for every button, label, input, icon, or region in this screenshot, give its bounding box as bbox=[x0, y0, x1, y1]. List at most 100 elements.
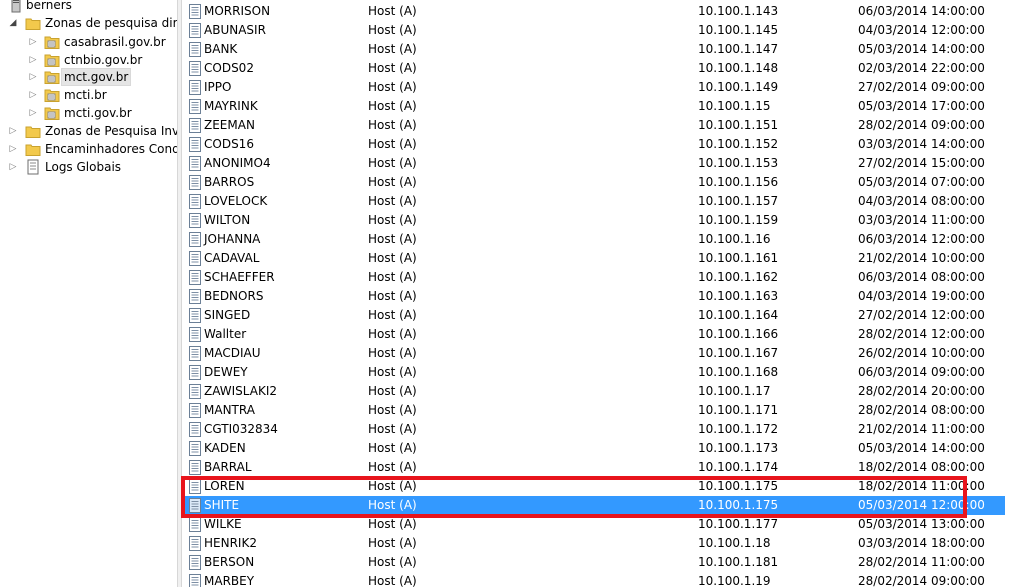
record-name: WILTON bbox=[204, 213, 251, 227]
record-data: 10.100.1.162 bbox=[698, 270, 779, 284]
record-row[interactable]: CODS02 Host (A) 10.100.1.148 02/03/2014 22:… bbox=[185, 59, 1005, 78]
host-record-icon bbox=[189, 23, 201, 38]
host-record-icon bbox=[189, 232, 201, 247]
record-data: 10.100.1.163 bbox=[698, 289, 779, 303]
expand-icon[interactable]: ▷ bbox=[28, 33, 38, 51]
record-row[interactable]: HENRIK2 Host (A) 10.100.1.18 03/03/2014 18:… bbox=[185, 534, 1005, 553]
tree-label-reverse-zones: Zonas de Pesquisa Invers bbox=[45, 124, 177, 138]
record-data: 10.100.1.143 bbox=[698, 4, 779, 18]
host-record-icon bbox=[189, 384, 201, 399]
record-name: DEWEY bbox=[204, 365, 248, 379]
record-row[interactable]: MAYRINK Host (A) 10.100.1.15 05/03/2014 17:… bbox=[185, 97, 1005, 116]
record-row[interactable]: MANTRA Host (A) 10.100.1.171 28/02/2014 08:… bbox=[185, 401, 1005, 420]
expand-icon[interactable]: ▷ bbox=[28, 86, 38, 104]
record-row[interactable]: Wallter Host (A) 10.100.1.166 28/02/2014 12… bbox=[185, 325, 1005, 344]
record-row[interactable]: CGTI032834 Host (A) 10.100.1.172 21/02/2014… bbox=[185, 420, 1005, 439]
record-row[interactable]: LOVELOCK Host (A) 10.100.1.157 04/03/2014 0… bbox=[185, 192, 1005, 211]
host-record-icon bbox=[189, 403, 201, 418]
record-row[interactable]: IPPO Host (A) 10.100.1.149 27/02/2014 09:00… bbox=[185, 78, 1005, 97]
record-timestamp: 04/03/2014 12:00:00 bbox=[858, 23, 985, 37]
record-row[interactable]: MARBEY Host (A) 10.100.1.19 28/02/2014 09:0… bbox=[185, 572, 1005, 587]
record-row[interactable]: BEDNORS Host (A) 10.100.1.163 04/03/2014 19… bbox=[185, 287, 1005, 306]
record-row[interactable]: JOHANNA Host (A) 10.100.1.16 06/03/2014 12:… bbox=[185, 230, 1005, 249]
record-row[interactable]: ABUNASIR Host (A) 10.100.1.145 04/03/2014 1… bbox=[185, 21, 1005, 40]
record-type: Host (A) bbox=[368, 308, 417, 322]
host-record-icon bbox=[189, 175, 201, 190]
record-row[interactable]: MACDIAU Host (A) 10.100.1.167 26/02/2014 10… bbox=[185, 344, 1005, 363]
record-name: SHITE bbox=[204, 498, 240, 512]
record-row[interactable]: BANK Host (A) 10.100.1.147 05/03/2014 14:00… bbox=[185, 40, 1005, 59]
record-type: Host (A) bbox=[368, 194, 417, 208]
host-record-icon bbox=[189, 346, 201, 361]
record-type: Host (A) bbox=[368, 422, 417, 436]
record-row[interactable]: DEWEY Host (A) 10.100.1.168 06/03/2014 09:0… bbox=[185, 363, 1005, 382]
record-row[interactable]: SINGED Host (A) 10.100.1.164 27/02/2014 12:… bbox=[185, 306, 1005, 325]
record-timestamp: 28/02/2014 20:00:00 bbox=[858, 384, 985, 398]
record-row-selected[interactable]: SHITE Host (A) 10.100.1.175 05/03/2014 12:0… bbox=[185, 496, 1005, 515]
expand-icon[interactable]: ▷ bbox=[28, 51, 38, 69]
host-record-icon bbox=[189, 289, 201, 304]
record-row[interactable]: WILTON Host (A) 10.100.1.159 03/03/2014 11:… bbox=[185, 211, 1005, 230]
host-record-icon bbox=[189, 251, 201, 266]
record-row[interactable]: ZAWISLAKI2 Host (A) 10.100.1.17 28/02/2014 … bbox=[185, 382, 1005, 401]
record-row[interactable]: BARROS Host (A) 10.100.1.156 05/03/2014 07:… bbox=[185, 173, 1005, 192]
record-type: Host (A) bbox=[368, 156, 417, 170]
record-type: Host (A) bbox=[368, 460, 417, 474]
record-data: 10.100.1.17 bbox=[698, 384, 771, 398]
expand-icon[interactable]: ▷ bbox=[28, 68, 38, 86]
server-icon bbox=[11, 0, 21, 13]
expand-icon[interactable]: ▷ bbox=[28, 104, 38, 122]
record-row[interactable]: KADEN Host (A) 10.100.1.173 05/03/2014 14:0… bbox=[185, 439, 1005, 458]
record-row[interactable]: ANONIMO4 Host (A) 10.100.1.153 27/02/2014 1… bbox=[185, 154, 1005, 173]
record-name: KADEN bbox=[204, 441, 246, 455]
host-record-icon bbox=[189, 365, 201, 380]
record-type: Host (A) bbox=[368, 574, 417, 587]
record-data: 10.100.1.149 bbox=[698, 80, 779, 94]
record-timestamp: 03/03/2014 18:00:00 bbox=[858, 536, 985, 550]
record-name: ZAWISLAKI2 bbox=[204, 384, 278, 398]
expand-icon[interactable]: ▷ bbox=[8, 158, 18, 176]
record-data: 10.100.1.168 bbox=[698, 365, 779, 379]
record-data: 10.100.1.175 bbox=[698, 498, 779, 512]
record-name: MORRISON bbox=[204, 4, 271, 18]
tree-label-zone: casabrasil.gov.br bbox=[64, 35, 166, 49]
record-row[interactable]: BERSON Host (A) 10.100.1.181 28/02/2014 11:… bbox=[185, 553, 1005, 572]
host-record-icon bbox=[189, 194, 201, 209]
record-type: Host (A) bbox=[368, 137, 417, 151]
expand-icon[interactable]: ▷ bbox=[8, 122, 18, 140]
record-name: MACDIAU bbox=[204, 346, 261, 360]
tree-label-zone-selected: mct.gov.br bbox=[61, 68, 132, 86]
record-row[interactable]: CADAVAL Host (A) 10.100.1.161 21/02/2014 10… bbox=[185, 249, 1005, 268]
record-row[interactable]: MORRISON Host (A) 10.100.1.143 06/03/2014 1… bbox=[185, 2, 1005, 21]
record-timestamp: 05/03/2014 07:00:00 bbox=[858, 175, 985, 189]
record-row[interactable]: WILKE Host (A) 10.100.1.177 05/03/2014 13:0… bbox=[185, 515, 1005, 534]
record-row[interactable]: SCHAEFFER Host (A) 10.100.1.162 06/03/2014 … bbox=[185, 268, 1005, 287]
record-timestamp: 21/02/2014 11:00:00 bbox=[858, 422, 985, 436]
record-row[interactable]: ZEEMAN Host (A) 10.100.1.151 28/02/2014 09:… bbox=[185, 116, 1005, 135]
record-name: BEDNORS bbox=[204, 289, 264, 303]
record-row[interactable]: BARRAL Host (A) 10.100.1.174 18/02/2014 08:… bbox=[185, 458, 1005, 477]
zone-icon bbox=[44, 54, 60, 67]
record-timestamp: 05/03/2014 14:00:00 bbox=[858, 441, 985, 455]
record-name: WILKE bbox=[204, 517, 242, 531]
record-name: JOHANNA bbox=[204, 232, 261, 246]
zone-icon bbox=[44, 71, 60, 84]
record-timestamp: 03/03/2014 14:00:00 bbox=[858, 137, 985, 151]
record-timestamp: 28/02/2014 09:00:00 bbox=[858, 118, 985, 132]
collapse-icon[interactable]: ◢ bbox=[8, 14, 18, 32]
record-timestamp: 18/02/2014 08:00:00 bbox=[858, 460, 985, 474]
console-tree: berners ◢ Zonas de pesquisa direta ▷ cas… bbox=[0, 0, 177, 587]
host-record-icon bbox=[189, 4, 201, 19]
record-type: Host (A) bbox=[368, 365, 417, 379]
host-record-icon bbox=[189, 99, 201, 114]
host-record-icon bbox=[189, 460, 201, 475]
record-timestamp: 27/02/2014 09:00:00 bbox=[858, 80, 985, 94]
record-type: Host (A) bbox=[368, 517, 417, 531]
host-record-icon bbox=[189, 270, 201, 285]
record-timestamp: 05/03/2014 17:00:00 bbox=[858, 99, 985, 113]
expand-icon[interactable]: ▷ bbox=[8, 140, 18, 158]
record-name: CGTI032834 bbox=[204, 422, 278, 436]
record-row[interactable]: CODS16 Host (A) 10.100.1.152 03/03/2014 14:… bbox=[185, 135, 1005, 154]
zone-icon bbox=[44, 89, 60, 102]
record-row[interactable]: LOREN Host (A) 10.100.1.175 18/02/2014 11:0… bbox=[185, 477, 1005, 496]
